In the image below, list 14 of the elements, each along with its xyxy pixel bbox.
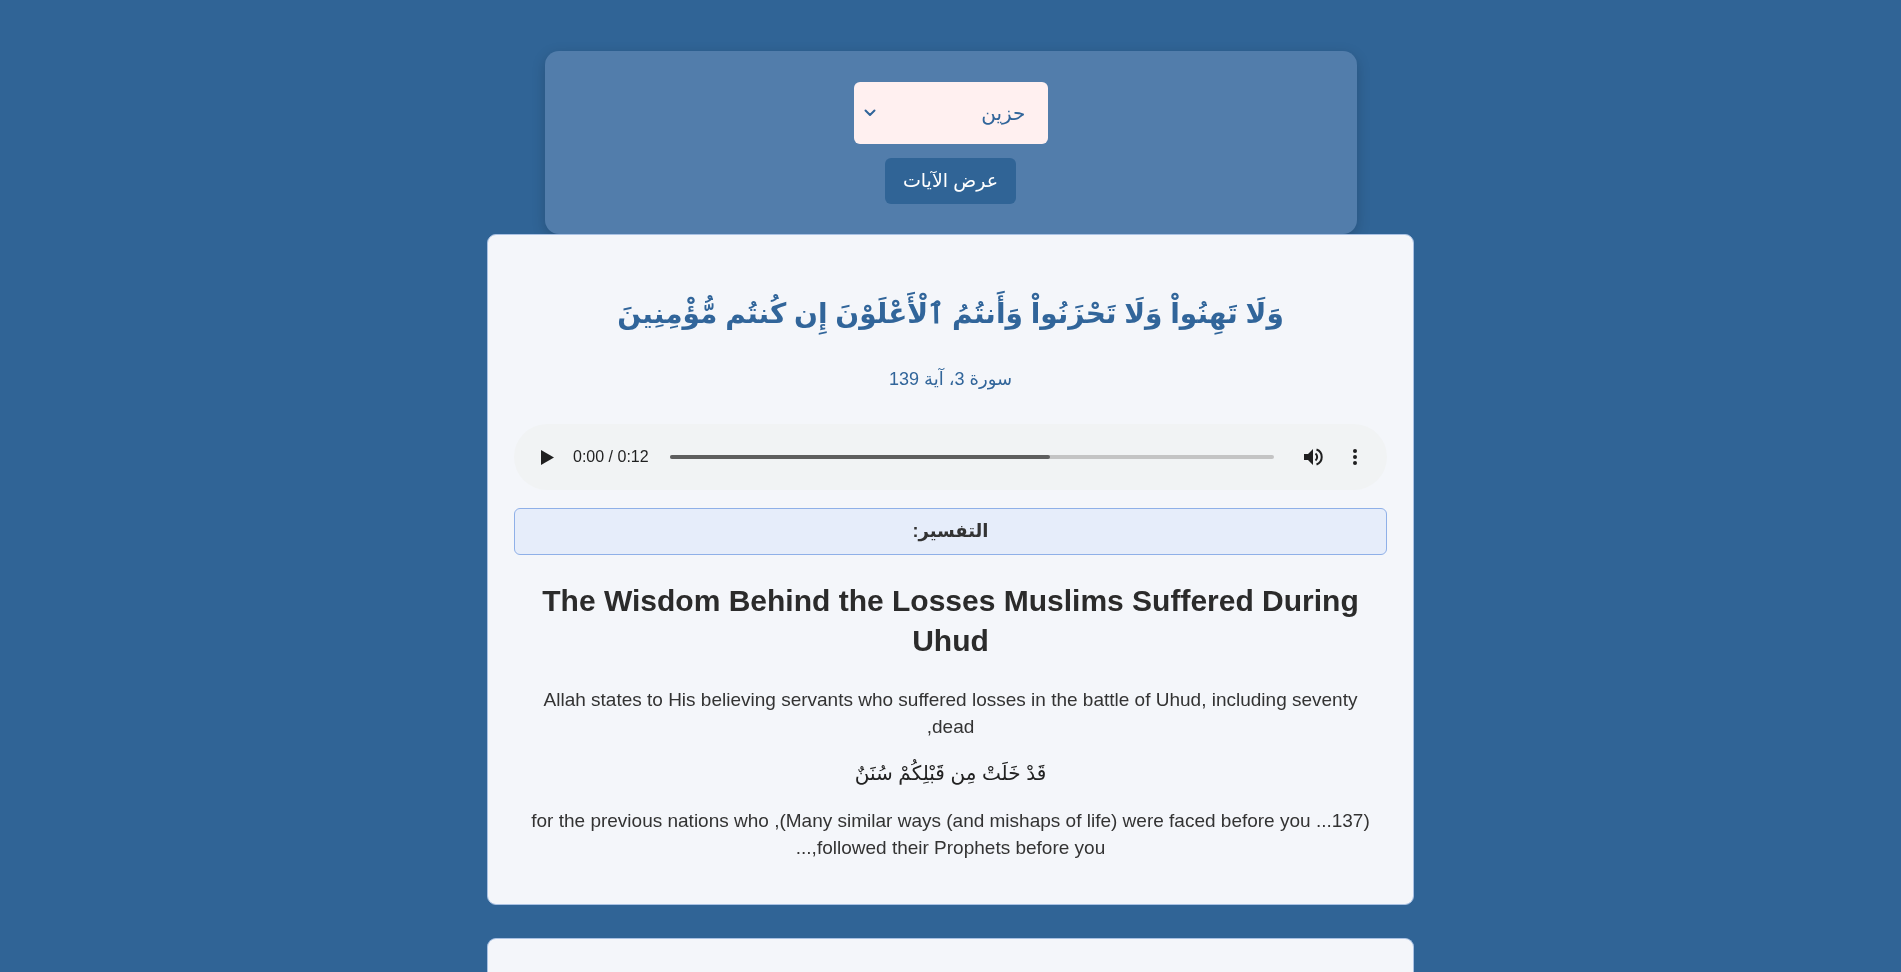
- play-icon[interactable]: [541, 449, 554, 465]
- tafsir-paragraph: (137... Many similar ways (and mishaps of life) were faced before you), for the previous nations who followed their Prophets before you,...: [530, 809, 1371, 860]
- volume-icon[interactable]: [1304, 448, 1323, 466]
- chevron-down-icon[interactable]: [863, 109, 876, 117]
- tafsir-label: التفسير:: [514, 508, 1387, 555]
- show-verses-button[interactable]: عرض الآيات: [884, 158, 1017, 204]
- more-options-icon[interactable]: [1353, 449, 1357, 465]
- tafsir-heading: The Wisdom Behind the Losses Muslims Suffered During Uhud: [541, 583, 1360, 659]
- tafsir-paragraph: Allah states to His believing servants who suffered losses in the battle of Uhud, including seventy dead,: [542, 688, 1359, 739]
- verse-reference: سورة 3، آية 139: [887, 367, 1014, 392]
- mood-select[interactable]: حزين: [853, 82, 1048, 144]
- tafsir-quote: قَدْ خَلَتْ مِن قَبْلِكُمْ سُنَنٌ: [514, 758, 1387, 788]
- audio-progress-track[interactable]: [669, 455, 1274, 459]
- audio-time: 0:00 / 0:12: [573, 447, 649, 467]
